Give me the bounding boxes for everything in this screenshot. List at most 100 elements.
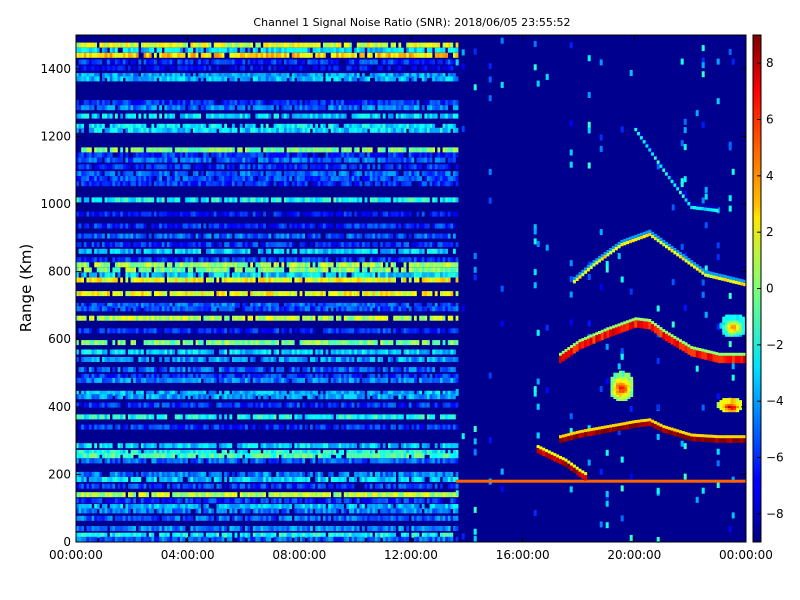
snr-band-segment bbox=[453, 100, 456, 106]
snr-band-segment bbox=[278, 315, 282, 321]
snr-band-segment bbox=[247, 105, 251, 111]
snr-band-segment bbox=[120, 100, 123, 106]
snr-band-segment bbox=[338, 197, 342, 203]
snr-band-segment bbox=[297, 272, 300, 278]
snr-band-segment bbox=[414, 306, 417, 312]
snr-band-segment bbox=[406, 59, 409, 65]
snr-band-segment bbox=[453, 105, 456, 111]
snr-band-segment bbox=[107, 291, 110, 297]
snr-band-segment bbox=[177, 197, 181, 203]
snr-band-segment bbox=[141, 272, 144, 278]
snr-band-segment bbox=[83, 171, 87, 177]
snr-band-segment bbox=[185, 349, 188, 355]
snr-band-segment bbox=[104, 340, 108, 346]
snr-band-segment bbox=[148, 157, 152, 163]
snr-band-segment bbox=[117, 302, 121, 308]
snr-band-segment bbox=[408, 127, 412, 133]
snr-band-segment bbox=[393, 306, 396, 312]
snr-band-segment bbox=[268, 164, 272, 170]
snr-band-segment bbox=[151, 367, 155, 373]
snr-band-segment bbox=[180, 100, 183, 106]
snr-band-segment bbox=[406, 157, 409, 163]
snr-band-segment bbox=[89, 152, 92, 158]
snr-band-segment bbox=[260, 76, 264, 82]
snr-band-segment bbox=[406, 349, 409, 355]
snr-band-segment bbox=[273, 181, 277, 187]
snr-band-segment bbox=[401, 291, 404, 297]
snr-band-segment bbox=[424, 328, 428, 334]
snr-band-segment bbox=[260, 47, 264, 53]
snr-band-segment bbox=[195, 147, 199, 153]
snr-band-segment bbox=[117, 181, 121, 187]
snr-band-segment bbox=[356, 59, 360, 65]
snr-band-segment bbox=[104, 73, 108, 79]
snr-band-segment bbox=[432, 248, 435, 254]
snr-band-segment bbox=[294, 147, 298, 153]
snr-band-segment bbox=[185, 272, 188, 278]
snr-band-segment bbox=[281, 176, 285, 182]
snr-band-segment bbox=[442, 277, 446, 283]
snr-band-segment bbox=[78, 76, 82, 82]
snr-band-segment bbox=[164, 176, 168, 182]
snr-band-segment bbox=[276, 267, 279, 273]
snr-band-segment bbox=[177, 65, 181, 71]
snr-band-segment bbox=[229, 262, 233, 268]
snr-band-segment bbox=[81, 100, 84, 106]
snr-band-segment bbox=[260, 242, 264, 248]
snr-band-segment bbox=[276, 127, 279, 133]
snr-band-segment bbox=[232, 257, 235, 263]
snr-band-segment bbox=[276, 367, 279, 373]
snr-band-segment bbox=[294, 73, 298, 79]
snr-band-segment bbox=[245, 42, 248, 48]
snr-band-segment bbox=[83, 100, 87, 106]
snr-band-segment bbox=[200, 262, 204, 268]
snr-band-segment bbox=[362, 105, 365, 111]
snr-band-segment bbox=[154, 152, 157, 158]
snr-band-segment bbox=[333, 328, 337, 334]
snr-band-segment bbox=[406, 171, 409, 177]
snr-band-segment bbox=[154, 233, 157, 239]
snr-band-segment bbox=[164, 76, 168, 82]
snr-band-segment bbox=[213, 42, 217, 48]
snr-band-segment bbox=[328, 100, 331, 106]
snr-band-segment bbox=[187, 306, 191, 312]
snr-band-segment bbox=[221, 52, 225, 58]
snr-band-segment bbox=[190, 357, 194, 362]
snr-band-segment bbox=[174, 328, 178, 334]
snr-band-segment bbox=[237, 349, 240, 355]
snr-band-segment bbox=[346, 248, 350, 254]
snr-band-segment bbox=[349, 197, 352, 203]
snr-band-segment bbox=[252, 171, 256, 177]
snr-band-segment bbox=[302, 306, 305, 312]
snr-band-segment bbox=[224, 157, 227, 163]
snr-band-segment bbox=[447, 211, 451, 217]
snr-band-segment bbox=[86, 181, 90, 187]
snr-band-segment bbox=[174, 262, 178, 268]
snr-band-segment bbox=[388, 47, 391, 53]
snr-band-segment bbox=[388, 233, 391, 239]
snr-band-segment bbox=[286, 171, 290, 177]
snr-band-segment bbox=[143, 105, 147, 111]
snr-band-segment bbox=[177, 267, 181, 273]
snr-band-segment bbox=[440, 328, 443, 334]
snr-band-segment bbox=[398, 147, 402, 153]
snr-band-segment bbox=[265, 171, 269, 177]
snr-band-segment bbox=[265, 157, 269, 163]
snr-band-segment bbox=[349, 267, 352, 273]
snr-band-segment bbox=[252, 267, 256, 273]
snr-band-segment bbox=[234, 211, 238, 217]
snr-band-segment bbox=[432, 181, 435, 187]
snr-band-segment bbox=[434, 349, 438, 355]
snr-band-segment bbox=[159, 306, 162, 312]
snr-band-segment bbox=[102, 262, 105, 268]
snr-band-segment bbox=[265, 42, 269, 48]
snr-band-segment bbox=[94, 248, 97, 254]
snr-band-segment bbox=[398, 357, 402, 362]
snr-band-segment bbox=[372, 242, 376, 248]
snr-band-segment bbox=[294, 157, 298, 163]
snr-band-segment bbox=[122, 59, 126, 65]
snr-band-segment bbox=[268, 257, 272, 263]
snr-band-segment bbox=[161, 52, 165, 58]
snr-band-segment bbox=[237, 59, 240, 65]
snr-band-segment bbox=[164, 291, 168, 297]
